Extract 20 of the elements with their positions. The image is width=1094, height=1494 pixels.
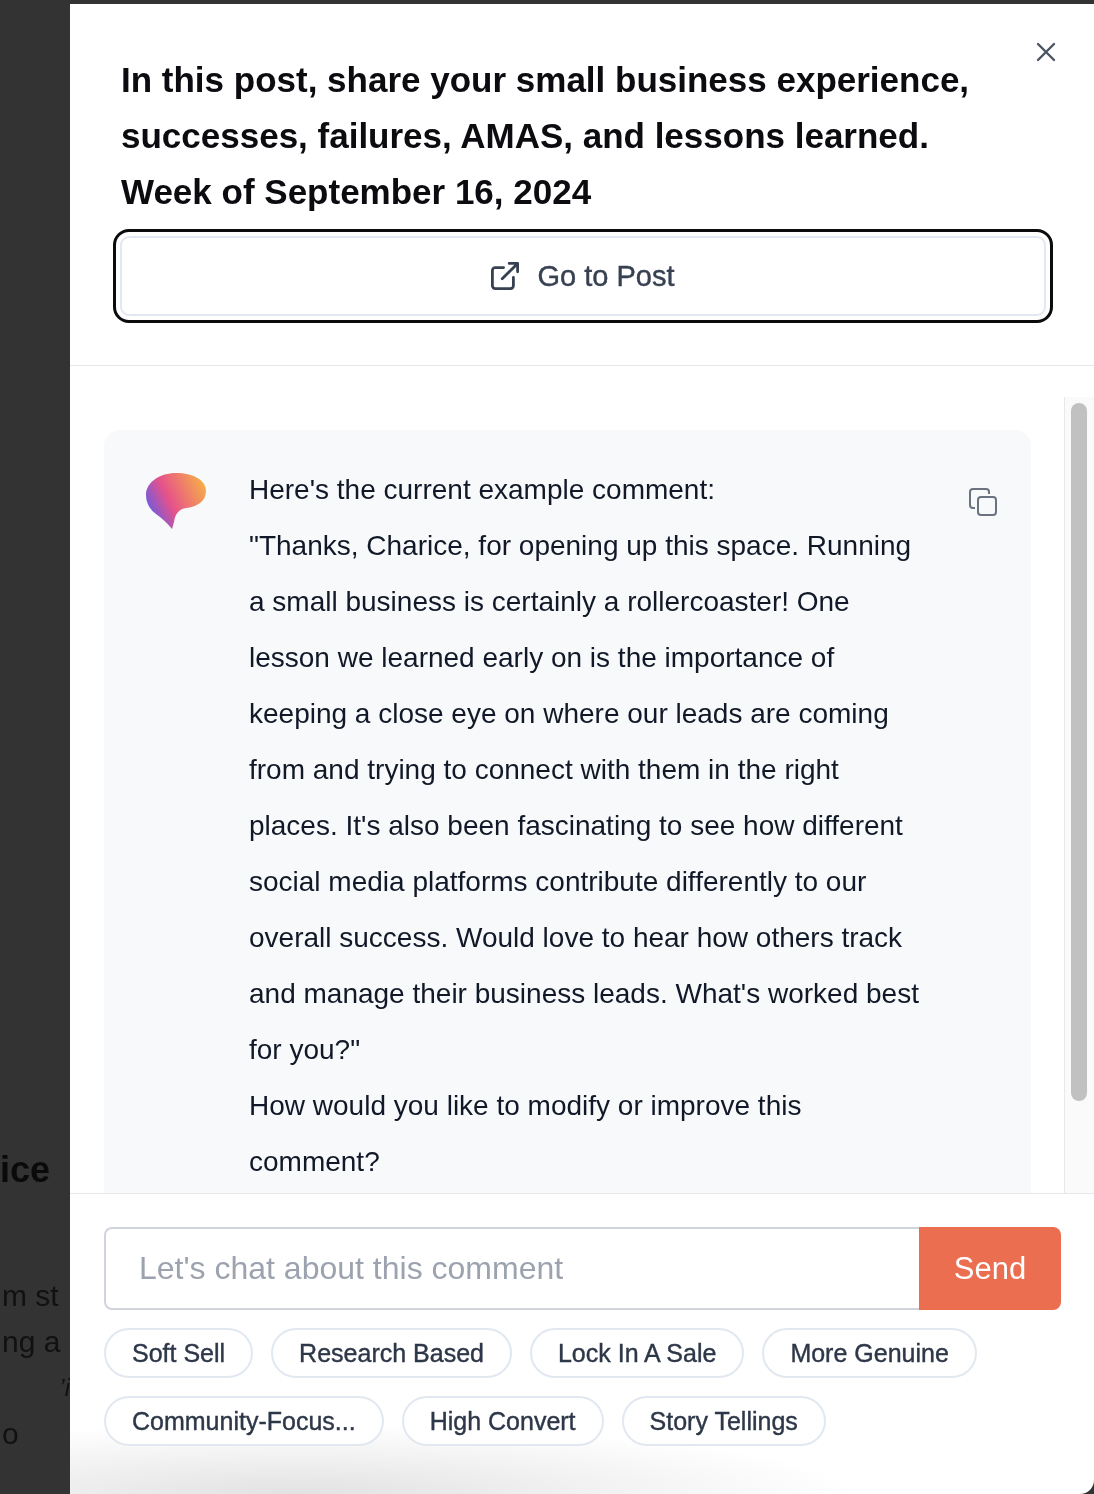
message-text: "Thanks, Charice, for opening up this space. Running a small business is certainly a rollercoaster! One lesson we learned early on is the importance of keeping a close eye on where our leads are coming from and trying to connect with them in the right places. It's also been fascinating to see how different social media platforms contribute differently to our overall success. Would love to hear how others track and manage their business leads. What's worked best for you?" bbox=[249, 529, 920, 1067]
message-text: Here's the current example comment: bbox=[249, 473, 716, 507]
external-link-icon bbox=[491, 262, 520, 290]
suggestion-chip[interactable]: Lock In A Sale bbox=[529, 1328, 745, 1378]
suggestion-chip[interactable]: High Convert bbox=[401, 1396, 604, 1446]
suggestion-chip[interactable]: Community-Focus... bbox=[104, 1396, 384, 1446]
message-input[interactable]: Let's chat about this comment bbox=[104, 1227, 919, 1310]
go-to-post-button[interactable]: Go to Post bbox=[113, 229, 1053, 323]
suggestion-chip[interactable]: Story Tellings bbox=[621, 1396, 826, 1446]
suggestion-chip[interactable]: Research Based bbox=[271, 1328, 512, 1378]
speech-bubble-icon bbox=[146, 472, 206, 530]
scrollbar-thumb[interactable] bbox=[1071, 403, 1087, 1101]
message-text: How would you like to modify or improve this comment? bbox=[249, 1089, 803, 1179]
suggestion-chip[interactable]: Soft Sell bbox=[104, 1328, 254, 1378]
copy-icon[interactable] bbox=[968, 487, 998, 517]
close-icon[interactable] bbox=[1036, 42, 1056, 62]
suggestion-chip[interactable]: More Genuine bbox=[762, 1328, 977, 1378]
post-title: In this post, share your small business experience, successes, failures, AMAS, and lessons learned. bbox=[121, 59, 971, 157]
scrollbar-track[interactable] bbox=[1064, 397, 1094, 1193]
post-week: Week of September 16, 2024 bbox=[121, 171, 593, 213]
